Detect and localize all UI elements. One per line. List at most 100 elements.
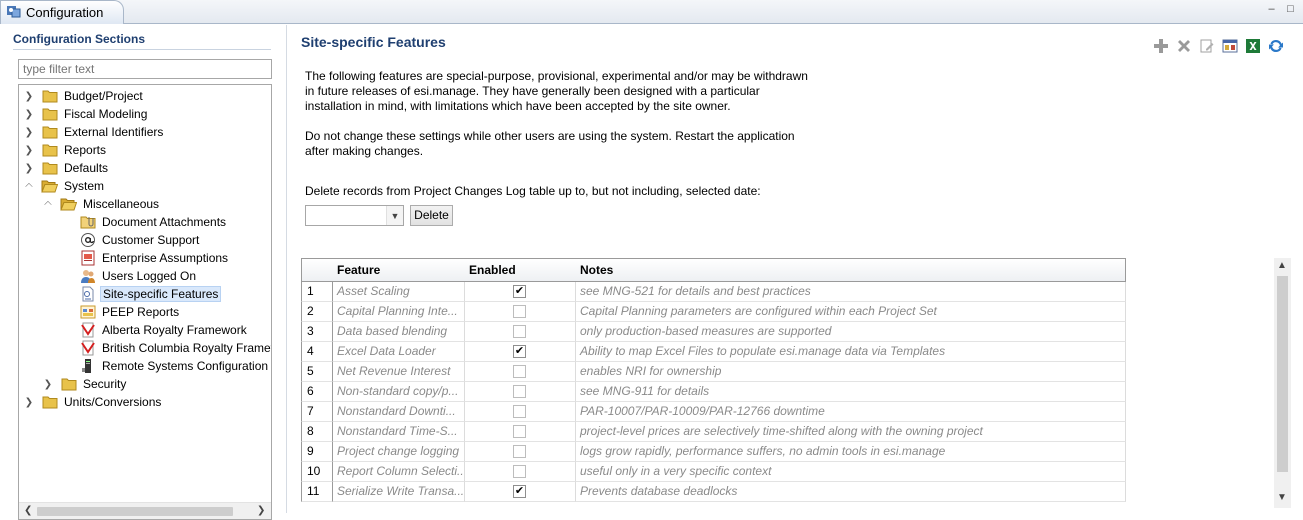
chevron-right-icon[interactable]: ❯ — [23, 108, 35, 120]
enabled-checkbox[interactable] — [513, 365, 526, 378]
sections-tree[interactable]: ❮ ❯ ❯ Budget/Project ❯ Fiscal Modeling ❯ Exte… — [18, 84, 272, 520]
notes-cell[interactable]: Ability to map Excel Files to populate e… — [576, 342, 1126, 362]
royalty-icon — [79, 322, 96, 338]
tree-item[interactable]: ⌵ System — [23, 177, 106, 195]
enabled-checkbox[interactable]: ✔ — [513, 485, 526, 498]
table-row[interactable]: 3 Data based blending only production-base… — [301, 322, 1126, 342]
notes-cell[interactable]: see MNG-521 for details and best practic… — [576, 282, 1126, 302]
table-row[interactable]: 10 Report Column Selecti... useful only in… — [301, 462, 1126, 482]
table-row[interactable]: 1 Asset Scaling ✔ see MNG-521 for details a… — [301, 282, 1126, 302]
properties-icon[interactable] — [1221, 37, 1239, 55]
refresh-icon[interactable] — [1267, 37, 1285, 55]
tree-item[interactable]: Site-specific Features — [61, 285, 222, 303]
enabled-column-header[interactable]: Enabled — [465, 258, 577, 282]
notes-cell[interactable]: PAR-10007/PAR-10009/PAR-12766 downtime — [576, 402, 1126, 422]
feature-cell[interactable]: Nonstandard Time-S... — [333, 422, 465, 442]
minimize-icon[interactable]: – — [1265, 3, 1278, 16]
tree-item[interactable]: ❯ Fiscal Modeling — [23, 105, 149, 123]
royalty-icon — [79, 340, 96, 356]
notes-cell[interactable]: enables NRI for ownership — [576, 362, 1126, 382]
enabled-checkbox[interactable] — [513, 425, 526, 438]
feature-cell[interactable]: Project change logging — [333, 442, 465, 462]
chevron-right-icon[interactable]: ❯ — [23, 144, 35, 156]
notes-column-header[interactable]: Notes — [576, 258, 1126, 282]
feature-cell[interactable]: Report Column Selecti... — [333, 462, 465, 482]
tree-item[interactable]: Document Attachments — [61, 213, 228, 231]
table-row[interactable]: 8 Nonstandard Time-S... project-level pric… — [301, 422, 1126, 442]
scroll-down-icon[interactable]: ▼ — [1277, 492, 1287, 503]
feature-cell[interactable]: Serialize Write Transa... — [333, 482, 465, 502]
tree-item[interactable]: ⌵ Miscellaneous — [42, 195, 161, 213]
filter-input[interactable] — [18, 59, 272, 79]
chevron-down-icon[interactable]: ▼ — [386, 206, 403, 225]
chevron-right-icon[interactable]: ❯ — [23, 126, 35, 138]
scrollbar-thumb[interactable] — [37, 507, 233, 516]
feature-column-header[interactable]: Feature — [333, 258, 466, 282]
scrollbar-thumb[interactable] — [1277, 276, 1288, 472]
enabled-checkbox[interactable] — [513, 465, 526, 478]
tree-item[interactable]: Alberta Royalty Framework — [61, 321, 249, 339]
date-picker[interactable]: ▼ — [305, 205, 404, 226]
delete-icon[interactable] — [1175, 37, 1193, 55]
table-row[interactable]: 11 Serialize Write Transa... ✔ Prevents dat… — [301, 482, 1126, 502]
feature-cell[interactable]: Data based blending — [333, 322, 465, 342]
feature-cell[interactable]: Excel Data Loader — [333, 342, 465, 362]
table-row[interactable]: 7 Nonstandard Downti... PAR-10007/PAR-1000… — [301, 402, 1126, 422]
enabled-checkbox[interactable]: ✔ — [513, 345, 526, 358]
tree-item[interactable]: Remote Systems Configuration — [61, 357, 270, 375]
enabled-cell — [465, 302, 576, 322]
table-row[interactable]: 9 Project change logging logs grow rapidly… — [301, 442, 1126, 462]
tree-item[interactable]: ❯ External Identifiers — [23, 123, 165, 141]
feature-cell[interactable]: Nonstandard Downti... — [333, 402, 465, 422]
chevron-down-icon[interactable]: ⌵ — [42, 198, 54, 210]
chevron-down-icon[interactable]: ⌵ — [23, 180, 35, 192]
chevron-right-icon[interactable]: ❯ — [23, 162, 35, 174]
add-icon[interactable] — [1152, 37, 1170, 55]
notes-cell[interactable]: see MNG-911 for details — [576, 382, 1126, 402]
table-row[interactable]: 6 Non-standard copy/p... see MNG-911 for d… — [301, 382, 1126, 402]
horizontal-scrollbar[interactable]: ❮ ❯ — [19, 502, 271, 519]
tree-item[interactable]: PEEP Reports — [61, 303, 181, 321]
scroll-left-icon[interactable]: ❮ — [24, 505, 32, 516]
feature-cell[interactable]: Asset Scaling — [333, 282, 465, 302]
tree-item[interactable]: ❯ Defaults — [23, 159, 110, 177]
scroll-up-icon[interactable]: ▲ — [1277, 260, 1287, 271]
table-row[interactable]: 4 Excel Data Loader ✔ Ability to map Excel … — [301, 342, 1126, 362]
enabled-checkbox[interactable] — [513, 445, 526, 458]
tree-item[interactable]: ❯ Units/Conversions — [23, 393, 163, 411]
chevron-right-icon[interactable]: ❯ — [23, 396, 35, 408]
notes-cell[interactable]: only production-based measures are suppo… — [576, 322, 1126, 342]
table-row[interactable]: 2 Capital Planning Inte... Capital Plannin… — [301, 302, 1126, 322]
enabled-checkbox[interactable] — [513, 385, 526, 398]
tree-item[interactable]: ❯ Budget/Project — [23, 87, 145, 105]
feature-cell[interactable]: Capital Planning Inte... — [333, 302, 465, 322]
tree-item[interactable]: Users Logged On — [61, 267, 198, 285]
table-row[interactable]: 5 Net Revenue Interest enables NRI for own… — [301, 362, 1126, 382]
tree-item[interactable]: ❯ Reports — [23, 141, 108, 159]
enabled-checkbox[interactable]: ✔ — [513, 285, 526, 298]
chevron-right-icon[interactable]: ❯ — [23, 90, 35, 102]
notes-cell[interactable]: project-level prices are selectively tim… — [576, 422, 1126, 442]
tree-item[interactable]: Customer Support — [61, 231, 201, 249]
chevron-right-icon[interactable]: ❯ — [42, 378, 54, 390]
feature-cell[interactable]: Net Revenue Interest — [333, 362, 465, 382]
notes-cell[interactable]: logs grow rapidly, performance suffers, … — [576, 442, 1126, 462]
tree-item[interactable]: ❯ Security — [42, 375, 128, 393]
scroll-right-icon[interactable]: ❯ — [257, 505, 265, 516]
tab-configuration[interactable]: Configuration — [0, 0, 124, 24]
notes-cell[interactable]: Prevents database deadlocks — [576, 482, 1126, 502]
notes-cell[interactable]: useful only in a very specific context — [576, 462, 1126, 482]
edit-icon[interactable] — [1198, 37, 1216, 55]
enabled-checkbox[interactable] — [513, 405, 526, 418]
tree-item[interactable]: Enterprise Assumptions — [61, 249, 230, 267]
maximize-icon[interactable]: □ — [1284, 3, 1297, 16]
feature-cell[interactable]: Non-standard copy/p... — [333, 382, 465, 402]
excel-export-icon[interactable] — [1244, 37, 1262, 55]
notes-cell[interactable]: Capital Planning parameters are configur… — [576, 302, 1126, 322]
enabled-checkbox[interactable] — [513, 325, 526, 338]
enabled-checkbox[interactable] — [513, 305, 526, 318]
delete-button[interactable]: Delete — [410, 205, 453, 226]
tree-item[interactable]: British Columbia Royalty Framew — [61, 339, 271, 357]
vertical-scrollbar[interactable]: ▲ ▼ — [1274, 258, 1291, 508]
